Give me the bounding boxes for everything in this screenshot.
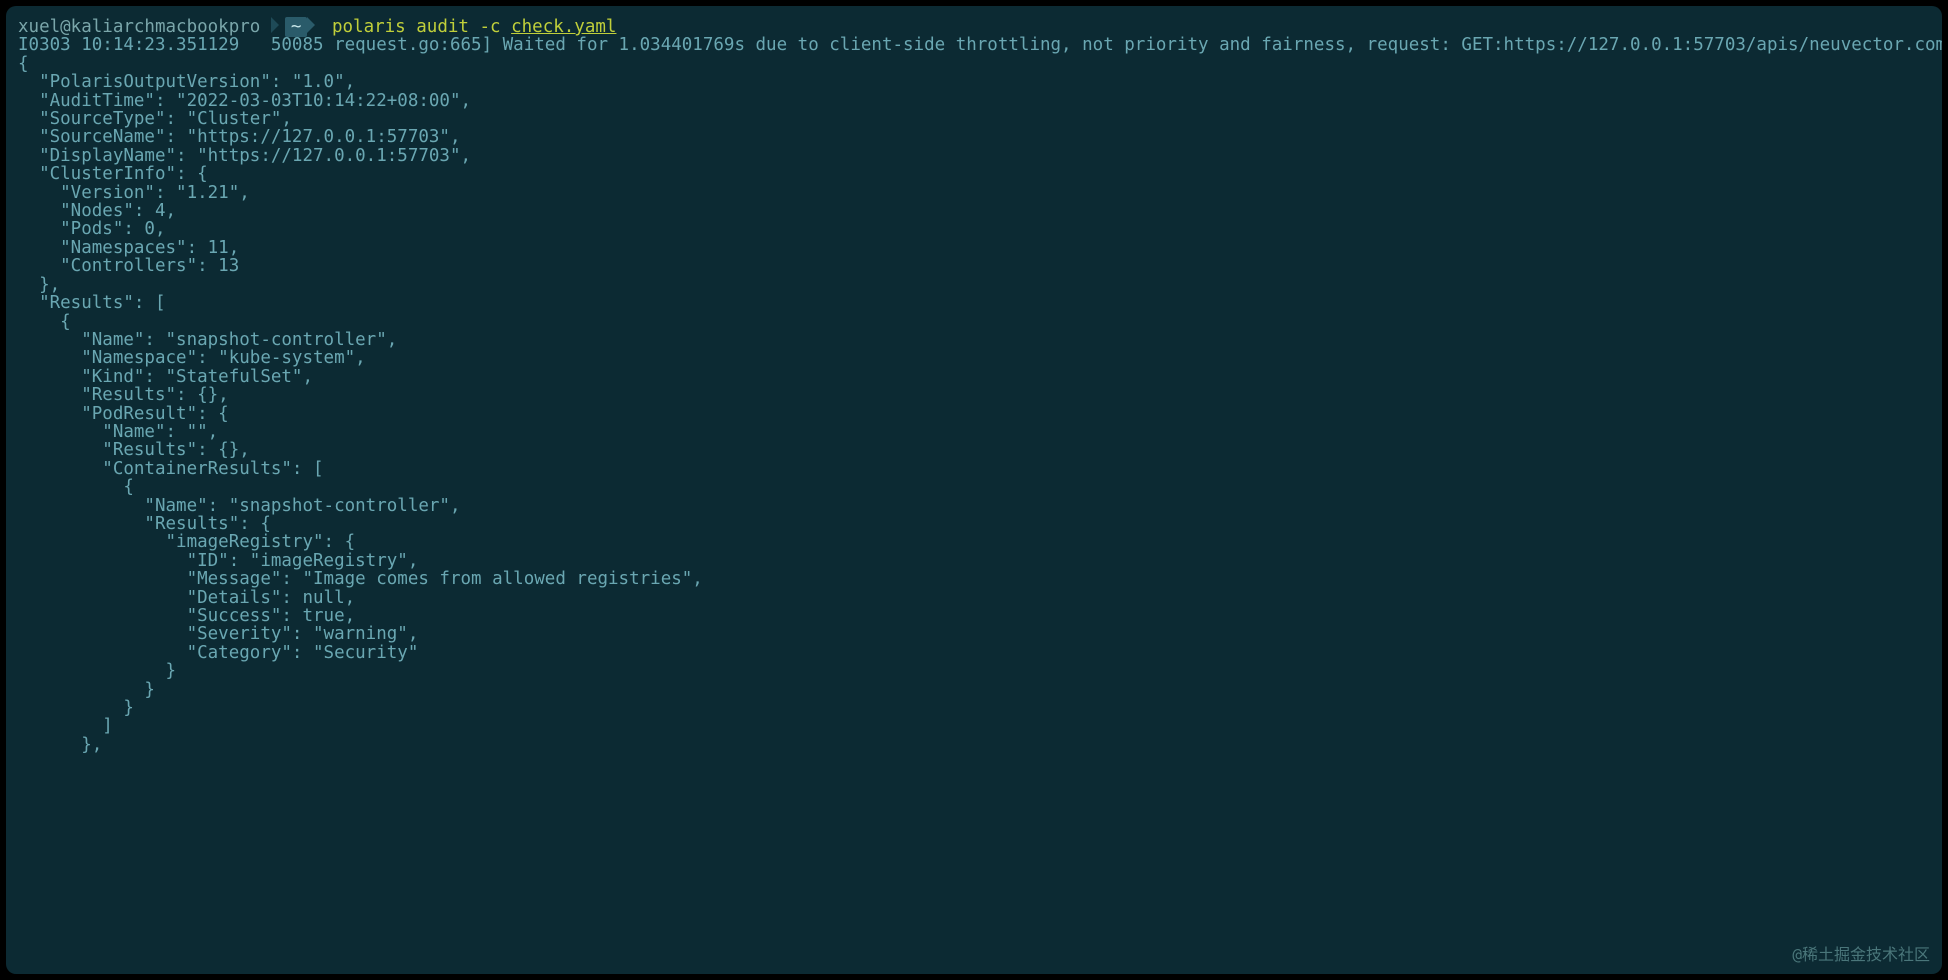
- prompt-cwd-badge: ~: [285, 17, 308, 37]
- command-arg-file: check.yaml: [511, 17, 616, 37]
- terminal-output: I0303 10:14:23.351129 50085 request.go:6…: [18, 36, 1930, 754]
- command-text: polaris audit -c: [332, 17, 501, 37]
- prompt-arrow-icon: [307, 17, 321, 37]
- prompt-line: xuel@kaliarchmacbookpro ~ polaris audit …: [18, 16, 1930, 36]
- watermark-text: @稀土掘金技术社区: [1792, 946, 1930, 964]
- prompt-user: xuel@kaliarchmacbookpro: [18, 17, 260, 37]
- prompt-separator-icon: [271, 17, 285, 37]
- terminal-window[interactable]: xuel@kaliarchmacbookpro ~ polaris audit …: [6, 6, 1942, 974]
